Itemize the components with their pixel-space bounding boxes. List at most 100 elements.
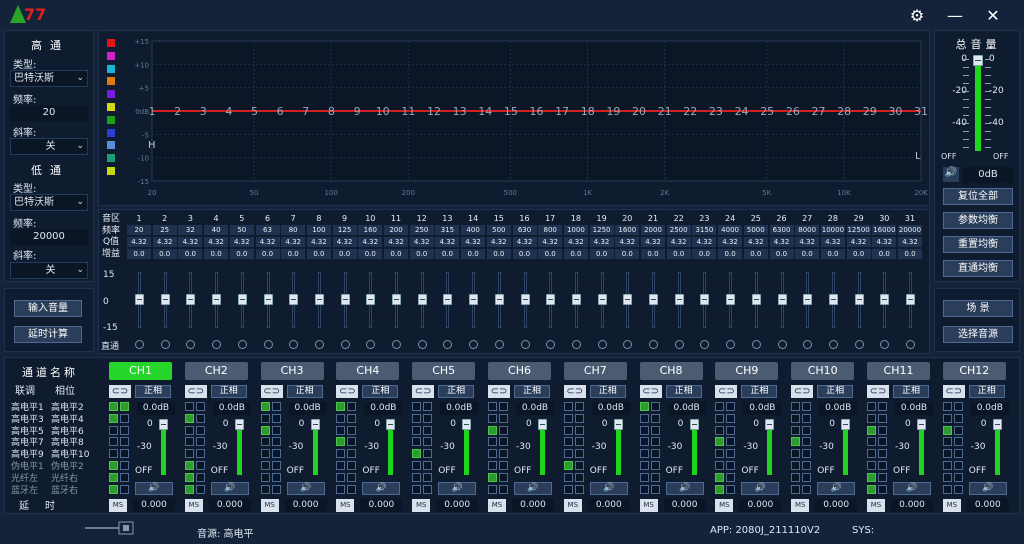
band-marker[interactable]: 7 [302, 105, 309, 118]
source-route-checkbox[interactable] [260, 461, 270, 470]
source-route-checkbox[interactable] [639, 449, 649, 459]
source-route-checkbox[interactable] [942, 472, 952, 482]
band-marker[interactable]: 12 [427, 105, 441, 118]
source-route-checkbox[interactable] [563, 472, 573, 482]
band-bypass-radio[interactable] [443, 340, 453, 349]
source-route-checkbox[interactable] [499, 413, 508, 423]
band-gain[interactable]: 0.0 [512, 249, 537, 259]
source-route-checkbox[interactable] [574, 484, 584, 494]
channel-delay[interactable]: 0.000 [436, 499, 479, 512]
band-marker[interactable]: 6 [277, 105, 284, 118]
source-route-checkbox[interactable] [726, 437, 736, 447]
source-route-checkbox[interactable] [867, 437, 876, 447]
ms-unit-button[interactable]: MS [184, 499, 203, 512]
band-marker[interactable]: 16 [530, 105, 544, 118]
band-gain[interactable]: 0.0 [486, 249, 511, 259]
band-fader-knob[interactable] [906, 294, 915, 305]
band-freq[interactable]: 32 [178, 225, 203, 235]
source-route-checkbox[interactable] [488, 402, 497, 411]
source-route-checkbox[interactable] [488, 449, 497, 459]
source-route-checkbox[interactable] [715, 472, 725, 482]
band-q[interactable]: 4.32 [384, 237, 408, 247]
source-route-checkbox[interactable] [347, 484, 357, 494]
source-route-checkbox[interactable] [195, 425, 205, 435]
source-route-checkbox[interactable] [412, 472, 422, 482]
band-q[interactable]: 4.32 [178, 237, 203, 247]
band-gain[interactable]: 0.0 [332, 249, 357, 259]
link-icon[interactable]: ⊂⊃ [942, 385, 965, 398]
ms-unit-button[interactable]: MS [412, 499, 431, 512]
phase-button[interactable]: 正相 [589, 385, 626, 398]
speaker-icon[interactable]: 🔊 [210, 482, 249, 495]
ms-unit-button[interactable]: MS [488, 499, 506, 512]
source-route-checkbox[interactable] [412, 437, 422, 447]
phase-button[interactable]: 正相 [362, 385, 399, 398]
source-route-checkbox[interactable] [574, 449, 584, 459]
band-gain[interactable]: 0.0 [615, 249, 640, 259]
source-route-checkbox[interactable] [639, 413, 649, 423]
channel-gain[interactable]: 0.0dB [137, 402, 175, 415]
source-route-checkbox[interactable] [336, 449, 346, 459]
band-gain[interactable]: 0.0 [846, 249, 871, 259]
source-route-checkbox[interactable] [488, 425, 497, 435]
band-marker[interactable]: 3 [200, 105, 207, 118]
band-gain[interactable]: 0.0 [127, 249, 151, 259]
speaker-icon[interactable]: 🔊 [589, 482, 628, 495]
source-route-checkbox[interactable] [336, 402, 346, 411]
lp-type-select[interactable]: 巴特沃斯 ⌄ [10, 194, 88, 211]
band-gain[interactable]: 0.0 [666, 249, 691, 259]
channel-tab[interactable]: CH1 [109, 362, 172, 380]
source-route-checkbox[interactable] [423, 472, 433, 482]
source-route-checkbox[interactable] [802, 425, 812, 435]
channel-tab[interactable]: CH8 [639, 362, 703, 380]
source-route-checkbox[interactable] [650, 484, 660, 494]
band-q[interactable]: 4.32 [512, 237, 537, 247]
lp-slope-select[interactable]: 关 ⌄ [10, 262, 88, 279]
source-route-checkbox[interactable] [347, 461, 357, 470]
band-gain[interactable]: 0.0 [152, 249, 177, 259]
source-route-checkbox[interactable] [184, 449, 194, 459]
channel-tab[interactable]: CH9 [715, 362, 779, 380]
band-marker[interactable]: 9 [354, 105, 361, 118]
speaker-icon[interactable]: 🔊 [968, 482, 1007, 495]
source-route-checkbox[interactable] [953, 449, 963, 459]
band-q[interactable]: 4.32 [152, 237, 177, 247]
source-route-checkbox[interactable] [726, 425, 736, 435]
band-gain[interactable]: 0.0 [872, 249, 897, 259]
source-route-checkbox[interactable] [574, 402, 584, 411]
source-route-checkbox[interactable] [412, 461, 422, 470]
link-icon[interactable]: ⊂⊃ [488, 385, 510, 398]
channel-delay[interactable]: 0.000 [587, 499, 630, 512]
select-source-button[interactable]: 选择音源 [943, 326, 1013, 343]
channel-gain[interactable]: 0.0dB [364, 402, 403, 415]
band-freq[interactable]: 5000 [743, 225, 768, 235]
source-route-checkbox[interactable] [942, 413, 952, 423]
band-fader-knob[interactable] [726, 294, 736, 305]
band-bypass-radio[interactable] [571, 340, 581, 349]
channel-gain[interactable]: 0.0dB [288, 402, 327, 415]
source-route-checkbox[interactable] [639, 472, 649, 482]
channel-fader-knob[interactable] [310, 419, 320, 430]
source-route-checkbox[interactable] [639, 402, 649, 411]
source-route-checkbox[interactable] [499, 449, 508, 459]
source-route-checkbox[interactable] [195, 449, 205, 459]
band-freq[interactable]: 12500 [846, 225, 871, 235]
source-route-checkbox[interactable] [791, 461, 801, 470]
source-route-checkbox[interactable] [499, 472, 508, 482]
source-route-checkbox[interactable] [271, 413, 281, 423]
source-route-checkbox[interactable] [715, 461, 725, 470]
source-route-checkbox[interactable] [878, 484, 887, 494]
source-route-checkbox[interactable] [715, 413, 725, 423]
source-route-checkbox[interactable] [639, 461, 649, 470]
source-route-checkbox[interactable] [791, 413, 801, 423]
band-fader-knob[interactable] [751, 294, 761, 305]
source-route-checkbox[interactable] [109, 413, 118, 423]
source-route-checkbox[interactable] [791, 472, 801, 482]
source-route-checkbox[interactable] [802, 484, 812, 494]
band-q[interactable]: 4.32 [718, 237, 743, 247]
speaker-icon[interactable]: 🔊 [135, 482, 173, 495]
speaker-icon[interactable]: 🔊 [665, 482, 704, 495]
source-route-checkbox[interactable] [423, 437, 433, 447]
band-fader-knob[interactable] [340, 294, 350, 305]
phase-button[interactable]: 正相 [817, 385, 854, 398]
